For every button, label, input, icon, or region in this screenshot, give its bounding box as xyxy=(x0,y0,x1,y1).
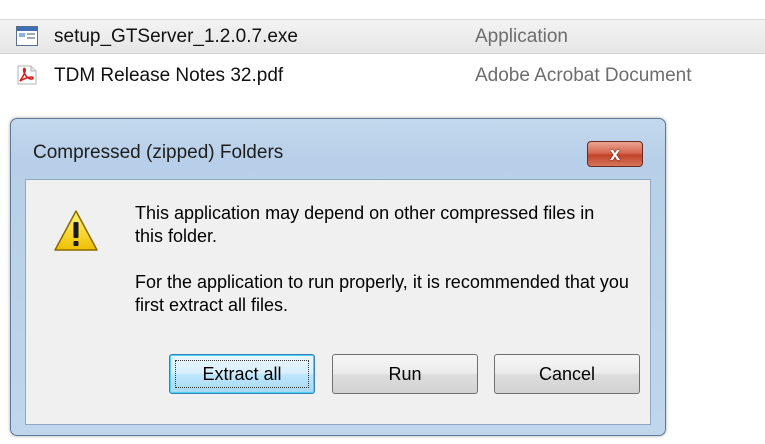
file-row-setup-exe[interactable]: setup_GTServer_1.2.0.7.exe Application xyxy=(0,19,765,54)
file-name: setup_GTServer_1.2.0.7.exe xyxy=(54,25,298,47)
file-row-release-notes-pdf[interactable]: TDM Release Notes 32.pdf Adobe Acrobat D… xyxy=(0,59,765,92)
file-type: Adobe Acrobat Document xyxy=(475,64,692,86)
run-label: Run xyxy=(388,363,422,384)
message-recommendation: For the application to run properly, it … xyxy=(135,272,629,315)
file-name: TDM Release Notes 32.pdf xyxy=(54,64,284,86)
dialog-title: Compressed (zipped) Folders xyxy=(33,142,284,163)
warning-icon xyxy=(54,210,98,251)
file-type: Application xyxy=(475,25,568,47)
pdf-file-icon xyxy=(17,65,37,85)
exe-file-icon xyxy=(16,26,38,46)
extract-all-label: Extract all xyxy=(202,363,282,384)
message-dependency: This application may depend on other com… xyxy=(135,203,595,246)
close-button[interactable]: x xyxy=(587,141,643,167)
cancel-label: Cancel xyxy=(538,363,596,384)
close-icon: x xyxy=(609,143,620,164)
compressed-folders-dialog: Compressed (zipped) Folders x This appli… xyxy=(10,118,666,436)
dialog-body: This application may depend on other com… xyxy=(25,179,651,425)
cancel-button[interactable]: Cancel xyxy=(494,354,640,394)
run-button[interactable]: Run xyxy=(332,354,478,394)
extract-all-button[interactable]: Extract all xyxy=(169,354,315,394)
